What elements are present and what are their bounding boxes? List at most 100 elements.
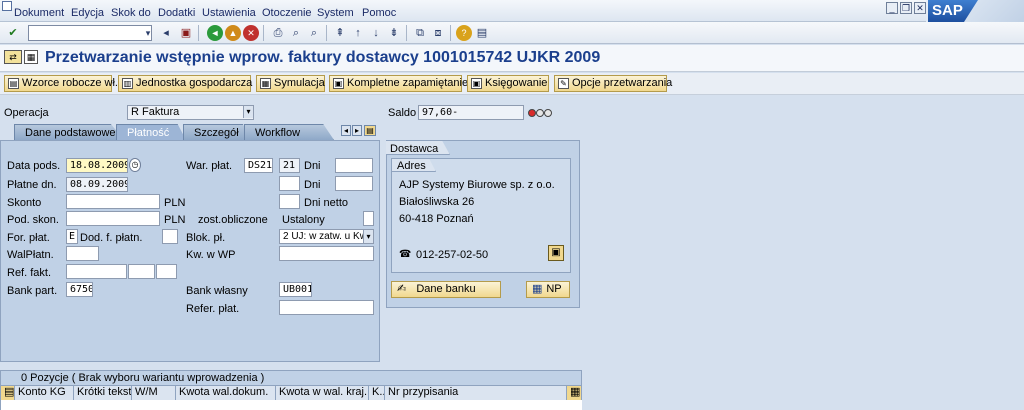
standard-toolbar: ✔ ▾ ◂ ▣ ◄ ▲ ✕ ⎙ ⌕ ⌕ ⇞ ↑ ↓ ⇟ ⧉ ⧈ ? ▤ [0, 22, 1024, 44]
tab-scroll-right-icon[interactable]: ▸ [352, 125, 362, 136]
items-table-header: 0 Pozycje ( Brak wyboru wariantu wprowad… [0, 370, 582, 386]
bank-data-button[interactable]: ✍ Dane banku [391, 281, 501, 298]
ref-fakt-item-field[interactable] [156, 264, 177, 279]
days-netto-field[interactable] [279, 194, 300, 209]
blok-pl-label: Blok. pł. [186, 232, 226, 244]
toolbar-separator [198, 25, 199, 41]
other-document-icon[interactable]: ⇄ [4, 50, 22, 64]
tab-szczegol[interactable]: Szczegół [183, 124, 251, 140]
menu-system[interactable]: System [317, 7, 354, 19]
working-templates-button[interactable]: ▤ Wzorce robocze wł. [4, 75, 118, 92]
create-session-icon[interactable]: ⧉ [412, 25, 428, 41]
complete-save-button[interactable]: ▣ Kompletne zapamiętanie [329, 75, 468, 92]
select-all-icon[interactable]: ▤ [1, 386, 15, 400]
back-icon[interactable]: ◄ [207, 25, 223, 41]
col-nr-przypisania[interactable]: Nr przypisania [385, 386, 567, 400]
cancel-icon[interactable]: ✕ [243, 25, 259, 41]
war-plat-field[interactable]: DS21 [244, 158, 273, 173]
vendor-title: Dostawca [390, 143, 439, 155]
document-display-icon[interactable]: ▦ [24, 50, 38, 64]
refer-plat-label: Refer. płat. [186, 303, 240, 315]
last-page-icon[interactable]: ⇟ [386, 25, 402, 41]
minimize-icon[interactable]: _ [886, 2, 898, 14]
tab-dane-podstawowe[interactable]: Dane podstawowe [14, 124, 124, 140]
for-plat-field[interactable]: E [66, 229, 78, 244]
vendor-details-icon[interactable]: ▣ [548, 245, 564, 261]
dropdown-icon[interactable]: ▾ [243, 106, 253, 118]
war-plat-percent-field[interactable] [335, 158, 373, 173]
operacja-label: Operacja [4, 107, 49, 119]
save-icon[interactable]: ▣ [178, 25, 194, 41]
dni2-label: Dni [304, 179, 321, 191]
refer-plat-field[interactable] [279, 300, 374, 315]
ref-fakt-field[interactable] [66, 264, 127, 279]
find-icon[interactable]: ⌕ [288, 25, 304, 41]
menu-pomoc[interactable]: Pomoc [362, 7, 396, 19]
bank-part-label: Bank part. [7, 285, 58, 297]
toolbar-separator [263, 25, 264, 41]
command-history-icon[interactable]: ▾ [140, 25, 156, 41]
column-settings-icon[interactable]: ▦ [567, 386, 582, 400]
tab-scroll-left-icon[interactable]: ◂ [341, 125, 351, 136]
calendar-icon[interactable]: ◷ [129, 158, 141, 172]
processing-options-button[interactable]: ✎ Opcje przetwarzania [554, 75, 672, 92]
ref-fakt-year-field[interactable] [128, 264, 155, 279]
dod-f-platn-field[interactable] [162, 229, 178, 244]
vendor-city: 60-418 Poznań [399, 213, 474, 225]
walplatn-field[interactable] [66, 246, 99, 261]
business-unit-button[interactable]: ▥ Jednostka gospodarcza [118, 75, 252, 92]
help-icon[interactable]: ? [456, 25, 472, 41]
tab-list-icon[interactable]: ▤ [364, 125, 376, 136]
blok-pl-dropdown-icon[interactable]: ▾ [363, 230, 373, 243]
menu-dokument[interactable]: Dokument [14, 7, 64, 19]
next-page-icon[interactable]: ↓ [368, 25, 384, 41]
col-konto-kg[interactable]: Konto KG [15, 386, 74, 400]
blok-pl-select[interactable]: 2 UJ: w zatw. u Kw [279, 229, 374, 244]
skonto-field[interactable] [66, 194, 160, 209]
col-kwota-wal-dokum[interactable]: Kwota wal.dokum. [176, 386, 276, 400]
col-krotki-tekst[interactable]: Krótki tekst [74, 386, 132, 400]
col-k[interactable]: K.. [369, 386, 385, 400]
application-toolbar: ▤ Wzorce robocze wł. ▥ Jednostka gospodarc… [0, 73, 1024, 95]
close-icon[interactable]: ✕ [914, 2, 926, 14]
percent2-field[interactable] [335, 176, 373, 191]
saldo-label: Saldo [388, 107, 417, 119]
print-icon[interactable]: ⎙ [270, 25, 286, 41]
restore-icon[interactable]: ❐ [900, 2, 912, 14]
simulation-button[interactable]: ▦ Symulacja [256, 75, 325, 92]
menu-skok-do[interactable]: Skok do [111, 7, 151, 19]
table-row[interactable] [0, 400, 582, 410]
tab-workflow[interactable]: Workflow [244, 124, 334, 140]
operacja-select[interactable]: R Faktura [127, 105, 254, 120]
np-button[interactable]: ▦ NP [526, 281, 570, 298]
enter-check-icon[interactable]: ✔ [5, 25, 21, 41]
post-button[interactable]: ▣ Księgowanie [467, 75, 549, 92]
find-next-icon[interactable]: ⌕ [306, 25, 322, 41]
simulation-icon: ▦ [260, 78, 271, 89]
menu-ustawienia[interactable]: Ustawienia [202, 7, 256, 19]
back-arrow-icon[interactable]: ◂ [158, 25, 174, 41]
shortcut-icon[interactable]: ⧈ [430, 25, 446, 41]
business-unit-icon: ▥ [122, 78, 133, 89]
menu-dodatki[interactable]: Dodatki [158, 7, 195, 19]
menu-otoczenie[interactable]: Otoczenie [262, 7, 312, 19]
col-kwota-wal-kraj[interactable]: Kwota w wal. kraj. [276, 386, 369, 400]
layout-menu-icon[interactable]: ▤ [474, 25, 490, 41]
kw-w-wp-field[interactable] [279, 246, 374, 261]
system-menu-icon[interactable] [2, 1, 12, 11]
command-field[interactable] [28, 25, 152, 41]
menu-edycja[interactable]: Edycja [71, 7, 104, 19]
page-title: Przetwarzanie wstępnie wprow. faktury do… [45, 49, 601, 66]
col-wm[interactable]: W/M [132, 386, 176, 400]
operacja-value: R Faktura [131, 106, 180, 118]
previous-page-icon[interactable]: ↑ [350, 25, 366, 41]
days2-field[interactable] [279, 176, 300, 191]
exit-icon[interactable]: ▲ [225, 25, 241, 41]
first-page-icon[interactable]: ⇞ [332, 25, 348, 41]
pod-skon-field[interactable] [66, 211, 160, 226]
tab-platnosc[interactable]: Płatność [116, 124, 186, 140]
ustalony-checkbox[interactable] [363, 211, 374, 226]
bank-wlasny-field[interactable]: UB001 [279, 282, 312, 297]
bank-part-field[interactable]: 6750 [66, 282, 93, 297]
data-pods-field[interactable]: 18.08.2009 [66, 158, 128, 173]
